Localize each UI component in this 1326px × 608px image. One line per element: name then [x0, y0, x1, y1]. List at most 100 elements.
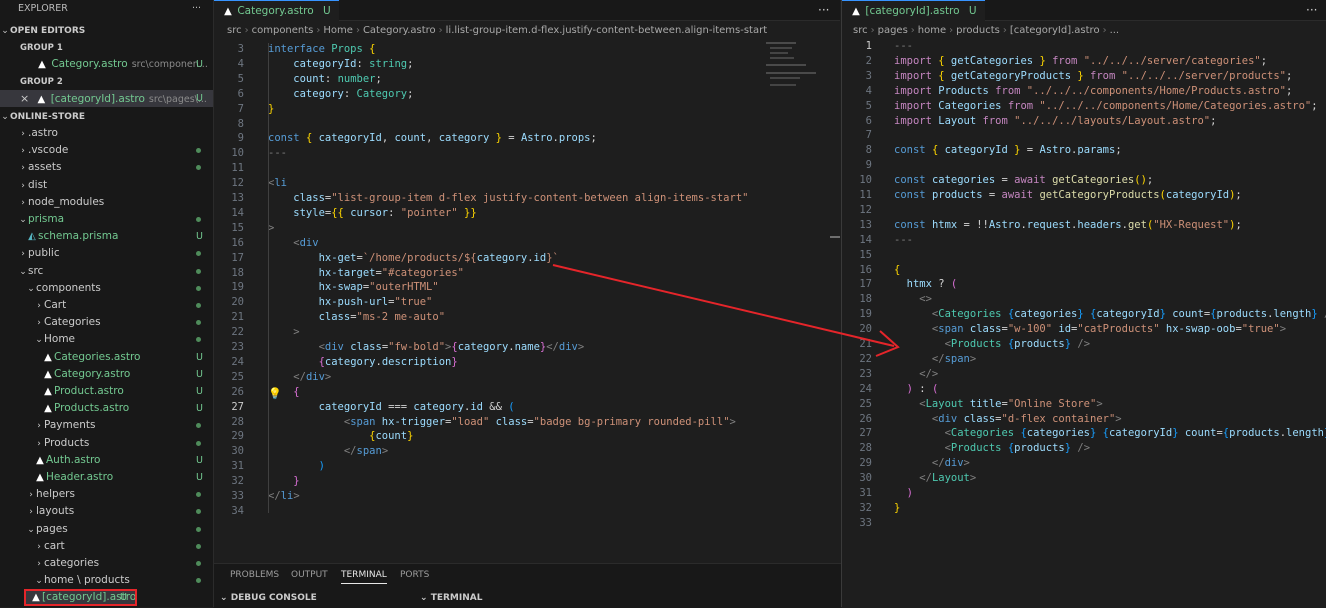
code-line[interactable]: hx-push-url="true": [268, 295, 433, 310]
breadcrumb-item[interactable]: home: [918, 25, 946, 36]
tab-categoryid-astro[interactable]: ▲ [categoryId].astro U: [842, 0, 985, 21]
code-line[interactable]: style={{ cursor: "pointer" }}: [268, 206, 476, 221]
code-line[interactable]: }: [894, 501, 900, 516]
tree-item[interactable]: › public: [0, 245, 213, 262]
code-line[interactable]: <>: [894, 292, 932, 307]
tree-item[interactable]: ▲ Auth.astro U: [0, 452, 213, 469]
tab-terminal[interactable]: TERMINAL: [341, 570, 387, 584]
code-line[interactable]: </span>: [894, 352, 976, 367]
code-line[interactable]: hx-target="#categories": [268, 266, 464, 281]
more-actions-icon[interactable]: ···: [1306, 0, 1317, 20]
code-line[interactable]: interface Props {: [268, 42, 375, 57]
terminal-section[interactable]: ⌄ TERMINAL: [420, 593, 482, 603]
tree-item[interactable]: ⌄pages: [0, 521, 213, 538]
code-line[interactable]: <Categories {categories} {categoryId} co…: [894, 426, 1326, 441]
code-line[interactable]: ---: [894, 233, 913, 248]
code-line[interactable]: const { categoryId, count, category } = …: [268, 131, 597, 146]
code-line[interactable]: <div: [268, 236, 318, 251]
code-line[interactable]: ---: [894, 39, 913, 54]
code-line[interactable]: ) : (: [894, 382, 939, 397]
close-icon[interactable]: ×: [20, 90, 32, 107]
code-line[interactable]: categoryId === category.id && (: [268, 400, 515, 415]
code-line[interactable]: import { getCategoryProducts } from "../…: [894, 69, 1292, 84]
code-line[interactable]: <div class="d-flex container">: [894, 412, 1122, 427]
group2-header[interactable]: GROUP 2: [0, 73, 213, 90]
tree-item[interactable]: › Products: [0, 435, 213, 452]
tree-item[interactable]: › categories: [0, 555, 213, 572]
tree-item[interactable]: › cart: [0, 538, 213, 555]
code-line[interactable]: <Products {products} />: [894, 337, 1090, 352]
code-line[interactable]: class="ms-2 me-auto": [268, 310, 445, 325]
code-line[interactable]: hx-get=`/home/products/${category.id}`: [268, 251, 559, 266]
tab-ports[interactable]: PORTS: [400, 570, 429, 580]
tab-category-astro[interactable]: ▲ Category.astro U: [214, 0, 339, 21]
tree-item[interactable]: › Payments: [0, 417, 213, 434]
breadcrumb-item[interactable]: src: [853, 25, 868, 36]
code-line[interactable]: <Layout title="Online Store">: [894, 397, 1102, 412]
tab-output[interactable]: OUTPUT: [291, 570, 328, 580]
tree-item[interactable]: ◭ schema.prisma U: [0, 228, 213, 245]
code-editor-right[interactable]: 1 --- 2 import { getCategories } from "../.…: [842, 39, 1326, 599]
project-section[interactable]: ⌄ONLINE-STORE: [0, 108, 213, 125]
code-line[interactable]: import Layout from "../../../layouts/Lay…: [894, 114, 1216, 129]
code-line[interactable]: const { categoryId } = Astro.params;: [894, 143, 1122, 158]
tree-item[interactable]: › helpers: [0, 486, 213, 503]
code-editor-left[interactable]: 3 interface Props {4 categoryId: string; 5…: [214, 42, 828, 562]
tree-item[interactable]: › .vscode: [0, 142, 213, 159]
explorer-more-icon[interactable]: ···: [192, 0, 201, 18]
open-editor-item-category[interactable]: ▲ Category.astro src\componen... U: [0, 56, 213, 73]
tree-item[interactable]: ⌄components: [0, 280, 213, 297]
code-line[interactable]: <span hx-trigger="load" class="badge bg-…: [268, 415, 736, 430]
code-line[interactable]: import Products from "../../../component…: [894, 84, 1292, 99]
tree-item[interactable]: › layouts: [0, 503, 213, 520]
more-actions-icon[interactable]: ···: [818, 0, 829, 20]
tree-item[interactable]: ▲ Categories.astro U: [0, 349, 213, 366]
code-line[interactable]: </>: [894, 367, 938, 382]
code-line[interactable]: >: [268, 325, 299, 340]
code-line[interactable]: categoryId: string;: [268, 57, 413, 72]
code-line[interactable]: const categories = await getCategories()…: [894, 173, 1153, 188]
breadcrumb-item[interactable]: Home: [323, 25, 353, 36]
code-line[interactable]: </div>: [894, 456, 970, 471]
minimap[interactable]: [766, 42, 826, 92]
tree-item[interactable]: ▲ Category.astro U: [0, 366, 213, 383]
breadcrumb-item[interactable]: Category.astro: [363, 25, 436, 36]
code-line[interactable]: const htmx = !!Astro.request.headers.get…: [894, 218, 1242, 233]
tree-item[interactable]: › .astro: [0, 125, 213, 142]
code-line[interactable]: </div>: [268, 370, 331, 385]
breadcrumb-item[interactable]: ...: [1110, 25, 1120, 36]
code-line[interactable]: import Categories from "../../../compone…: [894, 99, 1318, 114]
breadcrumb-item[interactable]: src: [227, 25, 242, 36]
open-editor-item-categoryid[interactable]: × ▲ [categoryId].astro src\pages\... U: [0, 90, 213, 107]
code-line[interactable]: category: Category;: [268, 87, 413, 102]
code-line[interactable]: ): [894, 486, 913, 501]
code-line[interactable]: htmx ? (: [894, 277, 958, 292]
tree-item[interactable]: ⌄src: [0, 263, 213, 280]
tree-item[interactable]: ▲ Products.astro U: [0, 400, 213, 417]
code-line[interactable]: const products = await getCategoryProduc…: [894, 188, 1242, 203]
code-line[interactable]: ): [268, 459, 325, 474]
code-line[interactable]: {category.description}: [268, 355, 458, 370]
code-line[interactable]: </Layout>: [894, 471, 976, 486]
tree-item[interactable]: ⌄prisma: [0, 211, 213, 228]
tree-item[interactable]: ▲ Product.astro U: [0, 383, 213, 400]
tree-item[interactable]: › node_modules: [0, 194, 213, 211]
tree-item[interactable]: › assets: [0, 159, 213, 176]
code-line[interactable]: <li: [268, 176, 287, 191]
debug-console-section[interactable]: ⌄ DEBUG CONSOLE: [220, 593, 317, 603]
code-line[interactable]: <div class="fw-bold">{category.name}</di…: [268, 340, 585, 355]
breadcrumb-item[interactable]: [categoryId].astro: [1010, 25, 1100, 36]
code-line[interactable]: <Categories {categories} {categoryId} co…: [894, 307, 1326, 322]
tree-item[interactable]: ▲ Header.astro U: [0, 469, 213, 486]
code-line[interactable]: hx-swap="outerHTML": [268, 280, 439, 295]
code-line[interactable]: </span>: [268, 444, 388, 459]
tree-item[interactable]: › Cart: [0, 297, 213, 314]
tree-item[interactable]: › Categories: [0, 314, 213, 331]
open-editors-section[interactable]: ⌄OPEN EDITORS: [0, 22, 213, 39]
breadcrumb-item[interactable]: products: [956, 25, 1000, 36]
breadcrumb-item[interactable]: li.list-group-item.d-flex.justify-conten…: [446, 25, 768, 36]
code-line[interactable]: class="list-group-item d-flex justify-co…: [268, 191, 748, 206]
code-line[interactable]: import { getCategories } from "../../../…: [894, 54, 1267, 69]
code-line[interactable]: <span class="w-100" id="catProducts" hx-…: [894, 322, 1286, 337]
tree-item[interactable]: ▲ [categoryId].astro U: [24, 589, 137, 607]
